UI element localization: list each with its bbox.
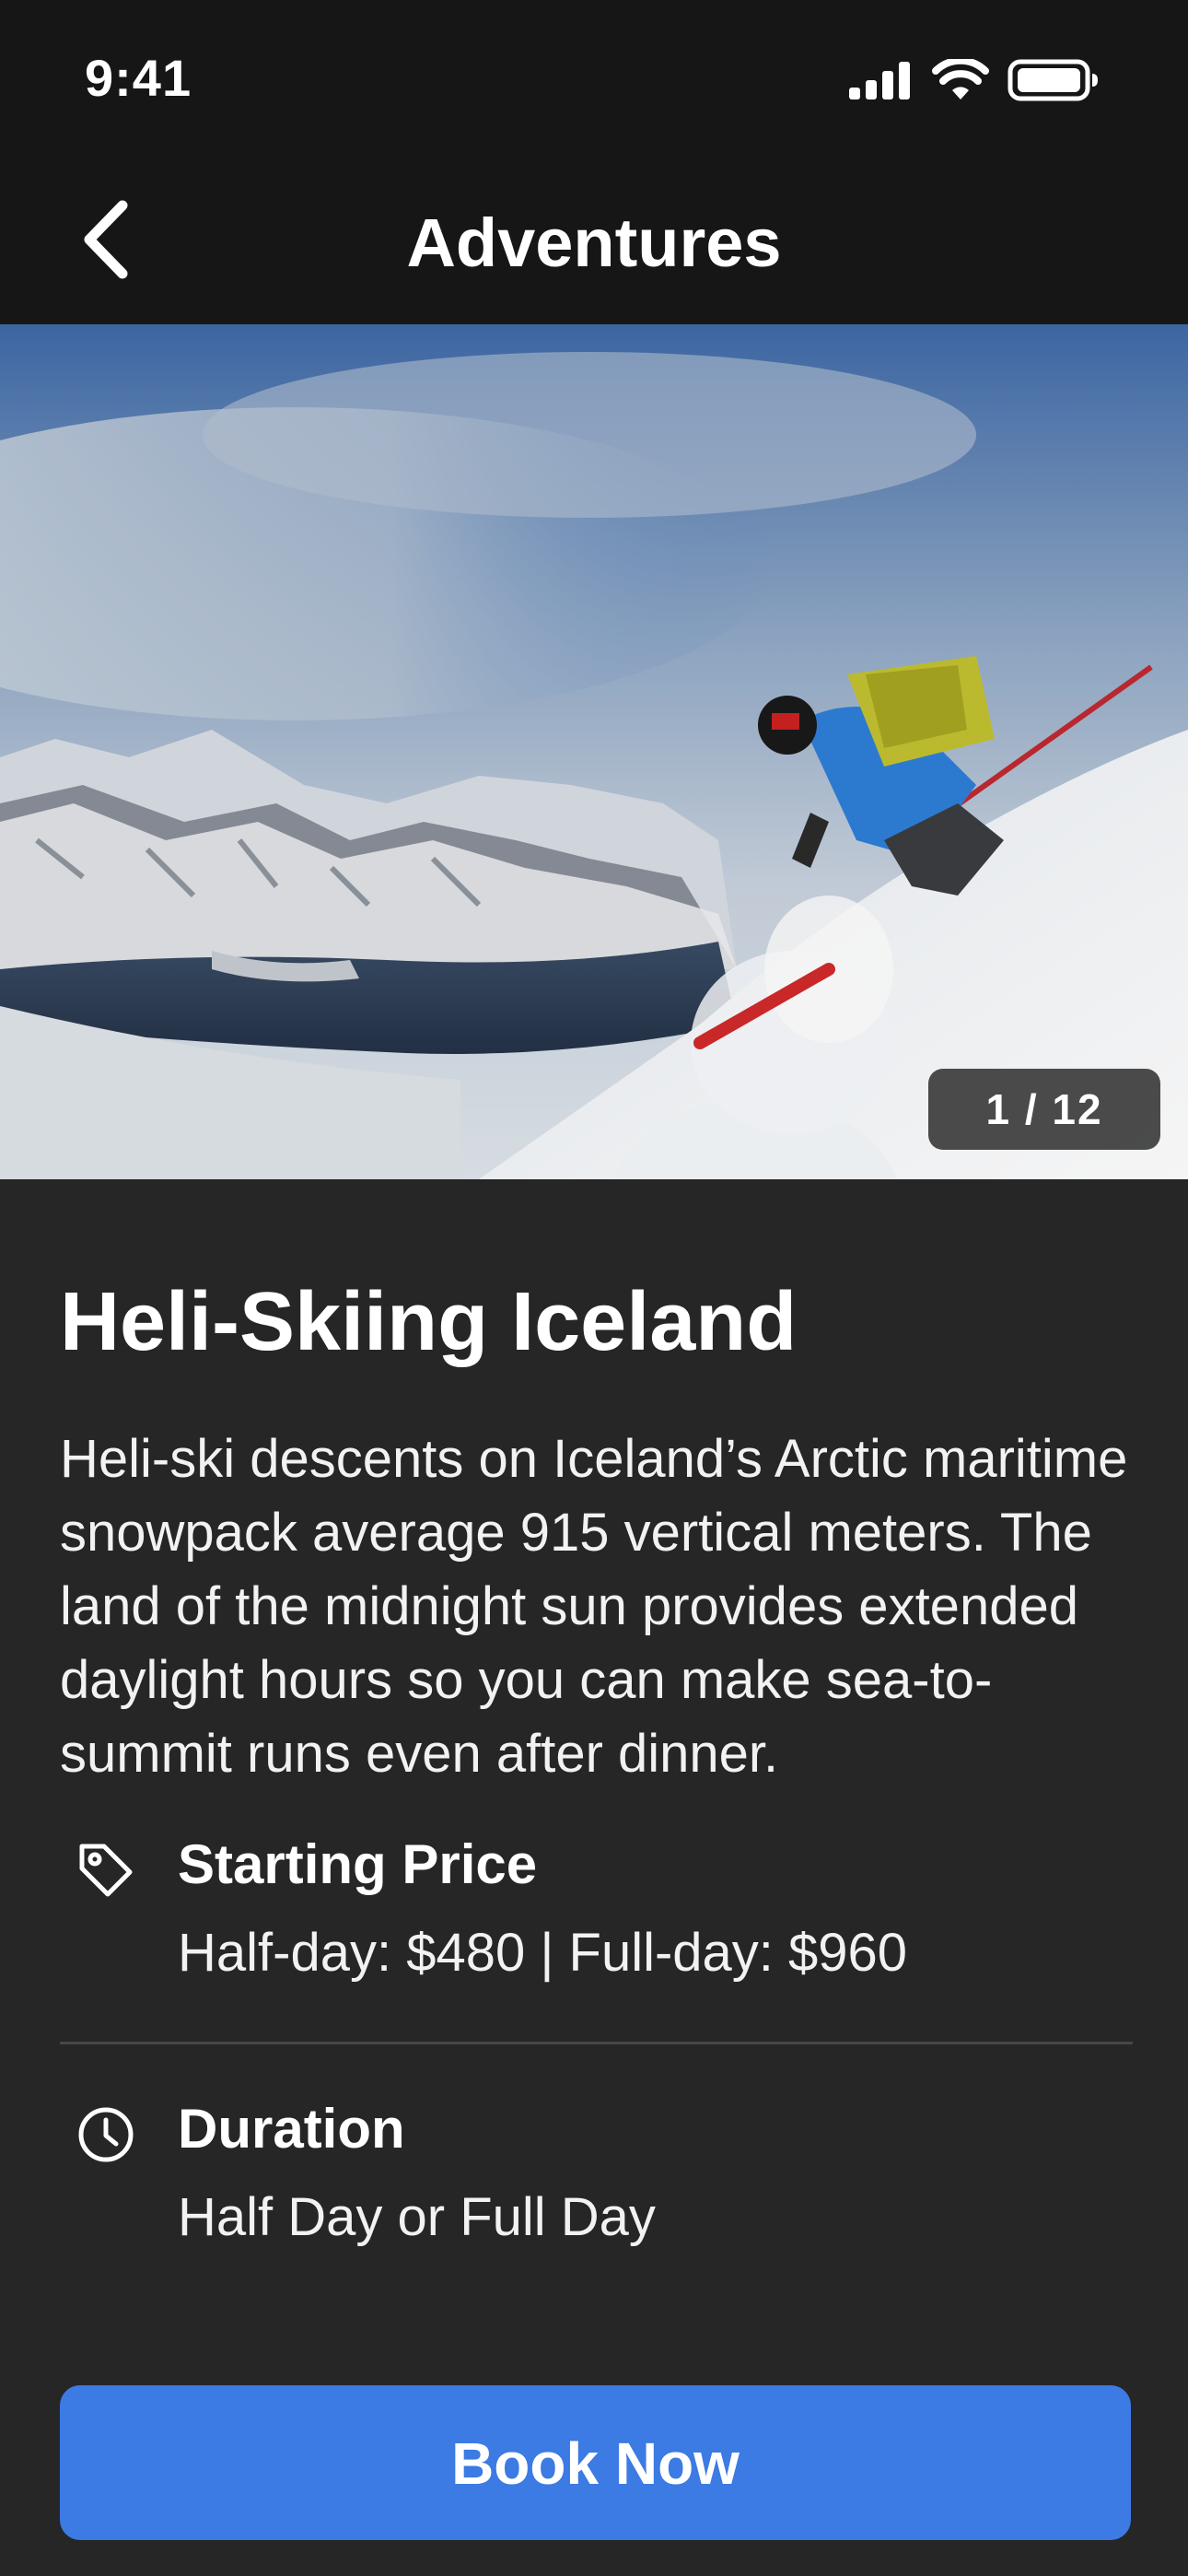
starting-price-label: Starting Price bbox=[178, 1833, 538, 1895]
duration-label: Duration bbox=[178, 2098, 405, 2160]
adventure-title: Heli-Skiing Iceland bbox=[60, 1276, 798, 1368]
divider bbox=[60, 2042, 1133, 2044]
photo-counter-badge: 1 / 12 bbox=[928, 1069, 1160, 1150]
battery-icon bbox=[1007, 59, 1098, 101]
starting-price-row: Starting Price Half-day: $480 | Full-day… bbox=[60, 1828, 1133, 1990]
adventure-detail-screen: 9:41 Adventures 1 / 12 Heli-Skiing Icela… bbox=[0, 0, 1188, 2576]
status-bar: 9:41 bbox=[0, 0, 1188, 161]
starting-price-value: Half-day: $480 | Full-day: $960 bbox=[178, 1923, 908, 1983]
page-title: Adventures bbox=[406, 205, 782, 281]
duration-value: Half Day or Full Day bbox=[178, 2187, 656, 2247]
navigation-bar: Adventures bbox=[0, 161, 1188, 324]
back-button[interactable] bbox=[55, 189, 157, 290]
hero-photo bbox=[0, 324, 1188, 1179]
status-icons bbox=[847, 57, 1100, 103]
tag-icon bbox=[79, 1844, 133, 1897]
hero-image-carousel[interactable]: 1 / 12 bbox=[0, 324, 1188, 1179]
adventure-details: Heli-Skiing Iceland Heli-ski descents on… bbox=[60, 1271, 1133, 2254]
chevron-left-icon bbox=[84, 200, 128, 279]
cellular-signal-icon bbox=[849, 62, 910, 100]
duration-row: Duration Half Day or Full Day bbox=[60, 2092, 1133, 2254]
adventure-description: Heli-ski descents on Iceland’s Arctic ma… bbox=[60, 1429, 1128, 1784]
clock-icon bbox=[78, 2107, 134, 2162]
status-time: 9:41 bbox=[85, 49, 192, 107]
book-now-button[interactable]: Book Now bbox=[60, 2385, 1131, 2540]
wifi-icon bbox=[932, 59, 989, 100]
